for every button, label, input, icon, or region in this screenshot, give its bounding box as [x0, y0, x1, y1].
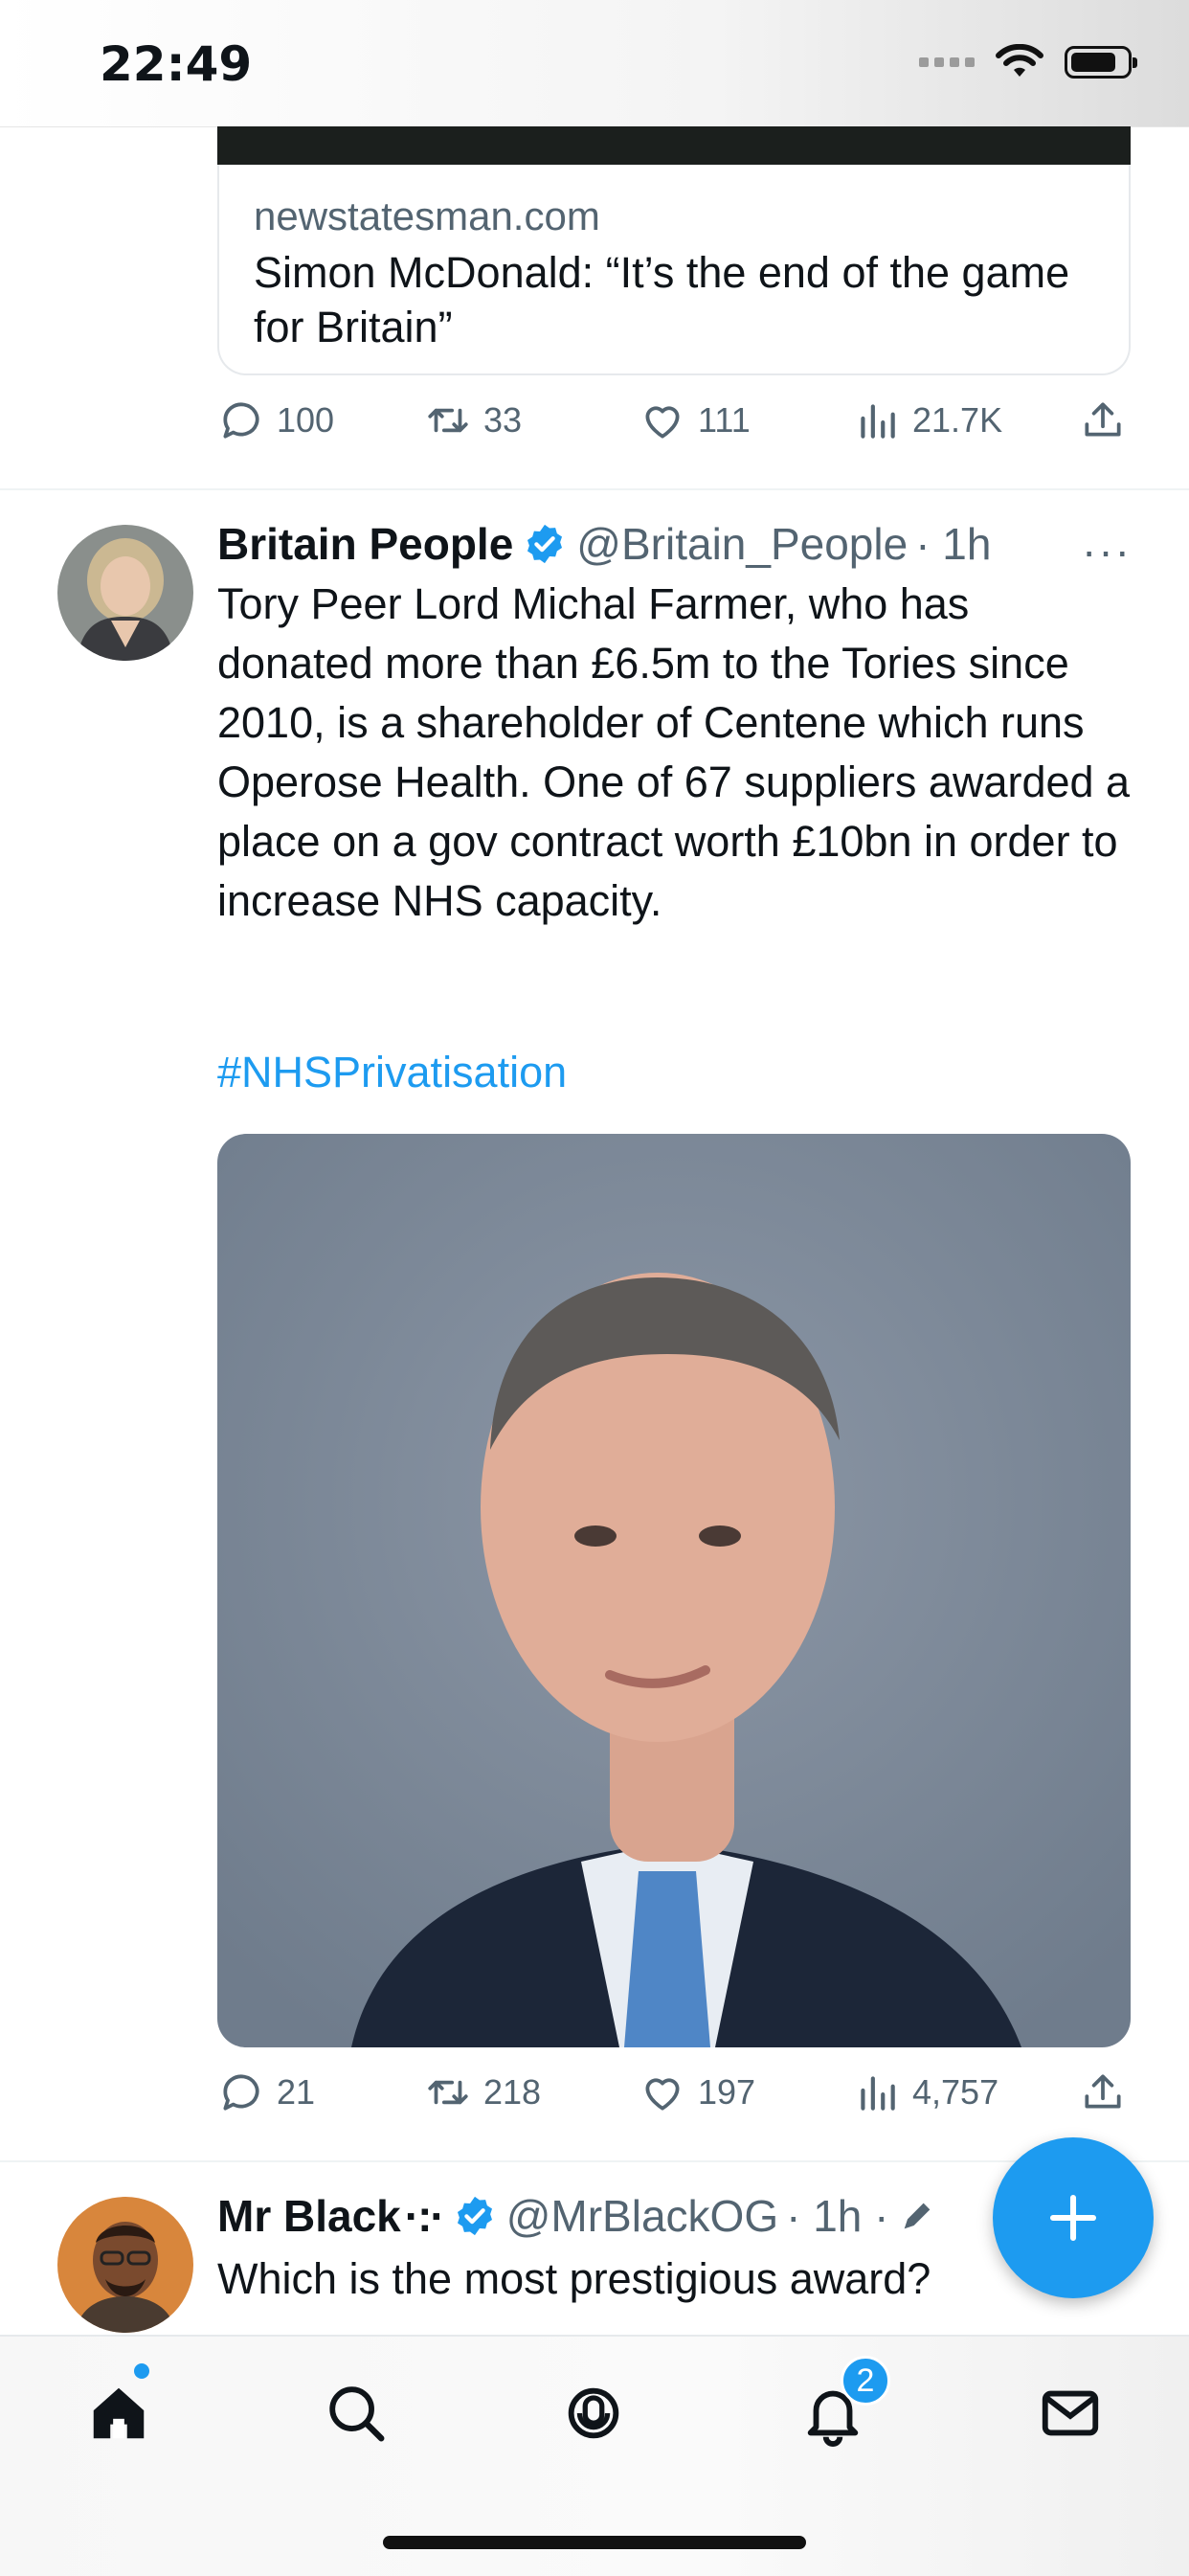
author-name[interactable]: Mr Black [217, 2190, 401, 2242]
retweet-button[interactable]: 33 [424, 396, 522, 444]
avatar[interactable] [57, 2197, 193, 2333]
verified-icon [457, 2196, 492, 2236]
wifi-icon [996, 44, 1043, 77]
link-card-domain: newstatesman.com [254, 193, 600, 238]
tab-search[interactable] [318, 2375, 394, 2452]
share-button[interactable] [1079, 396, 1127, 444]
views-icon [861, 404, 895, 439]
retweet-count: 33 [483, 400, 523, 440]
tweet-header: Britain People @Britain_People · 1h [217, 515, 991, 573]
home-indicator [383, 2536, 806, 2549]
cellular-signal-icon [919, 57, 975, 67]
reply-count: 21 [277, 2072, 316, 2112]
author-handle[interactable]: @MrBlackOG [506, 2190, 778, 2242]
author-name[interactable]: Britain People [217, 518, 513, 570]
tweet-text: Which is the most prestigious award? [217, 2254, 931, 2303]
tweet-actions: 21 218 197 4,757 [217, 2068, 1131, 2126]
reply-count: 100 [277, 400, 335, 440]
like-icon [645, 2078, 680, 2111]
tab-spaces[interactable] [555, 2375, 632, 2452]
retweet-count: 218 [483, 2072, 542, 2112]
verified-icon [527, 524, 563, 564]
views-button[interactable]: 21.7K [853, 396, 1002, 444]
home-unread-dot [134, 2363, 149, 2379]
reply-icon [223, 2074, 259, 2111]
views-count: 21.7K [912, 400, 1003, 440]
status-bar: 22:49 [0, 0, 1189, 127]
views-count: 4,757 [912, 2072, 999, 2112]
status-time: 22:49 [100, 36, 253, 92]
reply-button[interactable]: 100 [217, 396, 334, 444]
like-count: 197 [698, 2072, 756, 2112]
views-icon [861, 2076, 895, 2111]
views-button[interactable]: 4,757 [853, 2068, 998, 2116]
tweet-divider [0, 2160, 1189, 2162]
retweet-button[interactable]: 218 [424, 2068, 541, 2116]
tweet-photo[interactable] [217, 1134, 1131, 2047]
compose-icon [1049, 2194, 1097, 2242]
messages-icon [1042, 2390, 1099, 2436]
tab-home[interactable] [80, 2375, 157, 2452]
more-options-icon[interactable]: ··· [1082, 525, 1132, 576]
avatar[interactable] [57, 525, 193, 661]
name-emoji: ·:· [404, 2191, 445, 2241]
tweet-time: · 1h [915, 519, 992, 569]
battery-icon [1065, 46, 1137, 79]
edited-icon [905, 2203, 931, 2229]
tweet-actions: 100 33 111 21.7K [217, 396, 1131, 454]
like-icon [645, 406, 680, 439]
tweet-header: Mr Black ·:· @MrBlackOG · 1h · [217, 2187, 936, 2245]
search-icon [329, 2386, 385, 2442]
tweet-time: · 1h · [786, 2191, 889, 2241]
home-icon [93, 2387, 145, 2439]
link-card-title: Simon McDonald: “It’s the end of the gam… [254, 248, 1070, 351]
share-icon [1085, 402, 1121, 437]
retweet-icon [428, 408, 468, 433]
notifications-badge: 2 [841, 2356, 890, 2406]
tab-messages[interactable] [1032, 2375, 1109, 2452]
tweet-text: Tory Peer Lord Michal Farmer, who has do… [217, 579, 1131, 925]
tweet-divider [0, 488, 1189, 490]
author-handle[interactable]: @Britain_People [576, 518, 908, 570]
link-card-image[interactable] [217, 126, 1131, 165]
like-button[interactable]: 197 [639, 2068, 755, 2116]
compose-button[interactable] [993, 2137, 1154, 2298]
reply-button[interactable]: 21 [217, 2068, 315, 2116]
status-indicators [919, 44, 1137, 80]
share-button[interactable] [1079, 2068, 1127, 2116]
spaces-icon [568, 2387, 619, 2439]
retweet-icon [428, 2080, 468, 2105]
share-icon [1085, 2074, 1121, 2109]
link-card[interactable]: newstatesman.com Simon McDonald: “It’s t… [217, 165, 1131, 375]
like-button[interactable]: 111 [639, 396, 751, 444]
like-count: 111 [698, 400, 751, 440]
hashtag-link[interactable]: #NHSPrivatisation [217, 1048, 567, 1097]
reply-icon [223, 402, 259, 439]
